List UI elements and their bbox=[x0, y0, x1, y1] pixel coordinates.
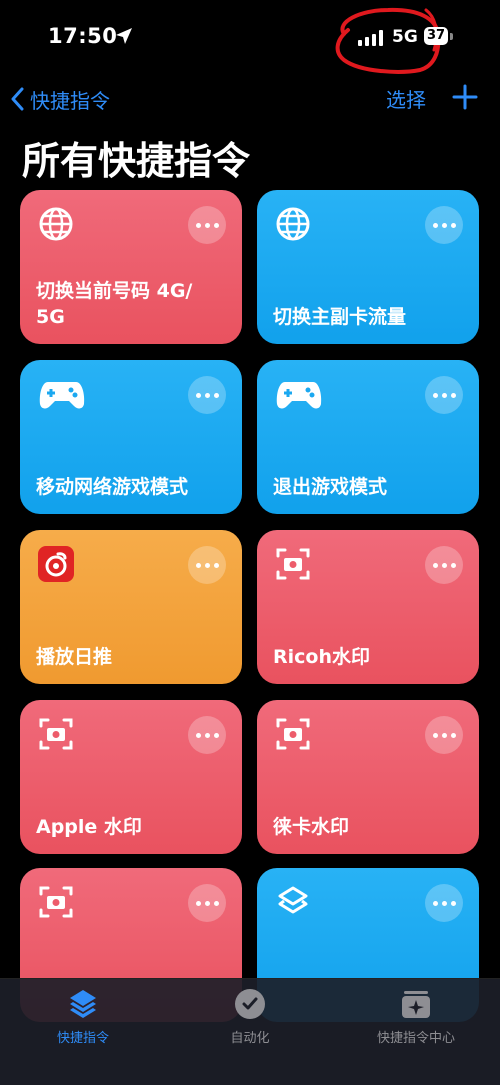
more-options-button[interactable] bbox=[188, 884, 226, 922]
more-options-button[interactable] bbox=[188, 716, 226, 754]
tab-bar: 快捷指令 自动化 快捷指令中心 bbox=[0, 978, 500, 1085]
shortcut-label: 移动网络游戏模式 bbox=[36, 476, 189, 498]
shortcuts-stack-icon bbox=[70, 990, 96, 1018]
camera-scan-icon bbox=[39, 718, 73, 750]
more-options-button[interactable] bbox=[188, 546, 226, 584]
camera-scan-icon bbox=[276, 718, 310, 750]
shortcut-card[interactable]: 切换主副卡流量 bbox=[257, 190, 479, 344]
shortcut-card[interactable]: Ricoh水印 bbox=[257, 530, 479, 684]
gamepad-icon bbox=[39, 382, 85, 409]
shortcut-card[interactable]: 徕卡水印 bbox=[257, 700, 479, 854]
globe-icon bbox=[276, 207, 310, 241]
shortcut-card[interactable]: 播放日推 bbox=[20, 530, 242, 684]
shortcut-card[interactable]: 移动网络游戏模式 bbox=[20, 360, 242, 514]
more-options-button[interactable] bbox=[425, 716, 463, 754]
camera-scan-icon bbox=[39, 886, 73, 918]
shortcut-label: 退出游戏模式 bbox=[273, 476, 388, 498]
shortcut-label: 播放日推 bbox=[36, 646, 113, 668]
shortcut-card[interactable]: Apple 水印 bbox=[20, 700, 242, 854]
shortcut-label: 切换主副卡流量 bbox=[273, 306, 407, 328]
tab-shortcuts[interactable]: 快捷指令 bbox=[3, 987, 163, 1067]
more-options-button[interactable] bbox=[425, 884, 463, 922]
shortcut-label: Apple 水印 bbox=[36, 816, 142, 838]
more-options-button[interactable] bbox=[188, 376, 226, 414]
tab-label: 快捷指令中心 bbox=[376, 1031, 455, 1046]
shortcut-label: Ricoh水印 bbox=[273, 646, 370, 668]
shortcut-label: 切换当前号码 4G/ 5G bbox=[36, 280, 193, 328]
shortcut-label: 徕卡水印 bbox=[273, 816, 350, 838]
tab-label: 快捷指令 bbox=[56, 1031, 109, 1046]
camera-scan-icon bbox=[276, 548, 310, 580]
shortcut-card[interactable]: 切换当前号码 4G/ 5G bbox=[20, 190, 242, 344]
tab-gallery[interactable]: 快捷指令中心 bbox=[336, 987, 496, 1067]
tab-label: 自动化 bbox=[230, 1031, 270, 1046]
more-options-button[interactable] bbox=[188, 206, 226, 244]
netease-music-icon bbox=[38, 546, 74, 582]
clock-check-icon bbox=[235, 989, 265, 1019]
shortcut-card[interactable]: 退出游戏模式 bbox=[257, 360, 479, 514]
shortcuts-layers-icon bbox=[278, 886, 308, 914]
gamepad-icon bbox=[276, 382, 322, 409]
more-options-button[interactable] bbox=[425, 206, 463, 244]
gallery-sparkle-icon bbox=[402, 991, 430, 1018]
more-options-button[interactable] bbox=[425, 546, 463, 584]
more-options-button[interactable] bbox=[425, 376, 463, 414]
tab-automation[interactable]: 自动化 bbox=[170, 987, 330, 1067]
shortcuts-grid: 切换当前号码 4G/ 5G 切换主副卡流量 移动网络游戏模式 退出游戏模式 播放… bbox=[0, 0, 500, 1084]
globe-icon bbox=[39, 207, 73, 241]
